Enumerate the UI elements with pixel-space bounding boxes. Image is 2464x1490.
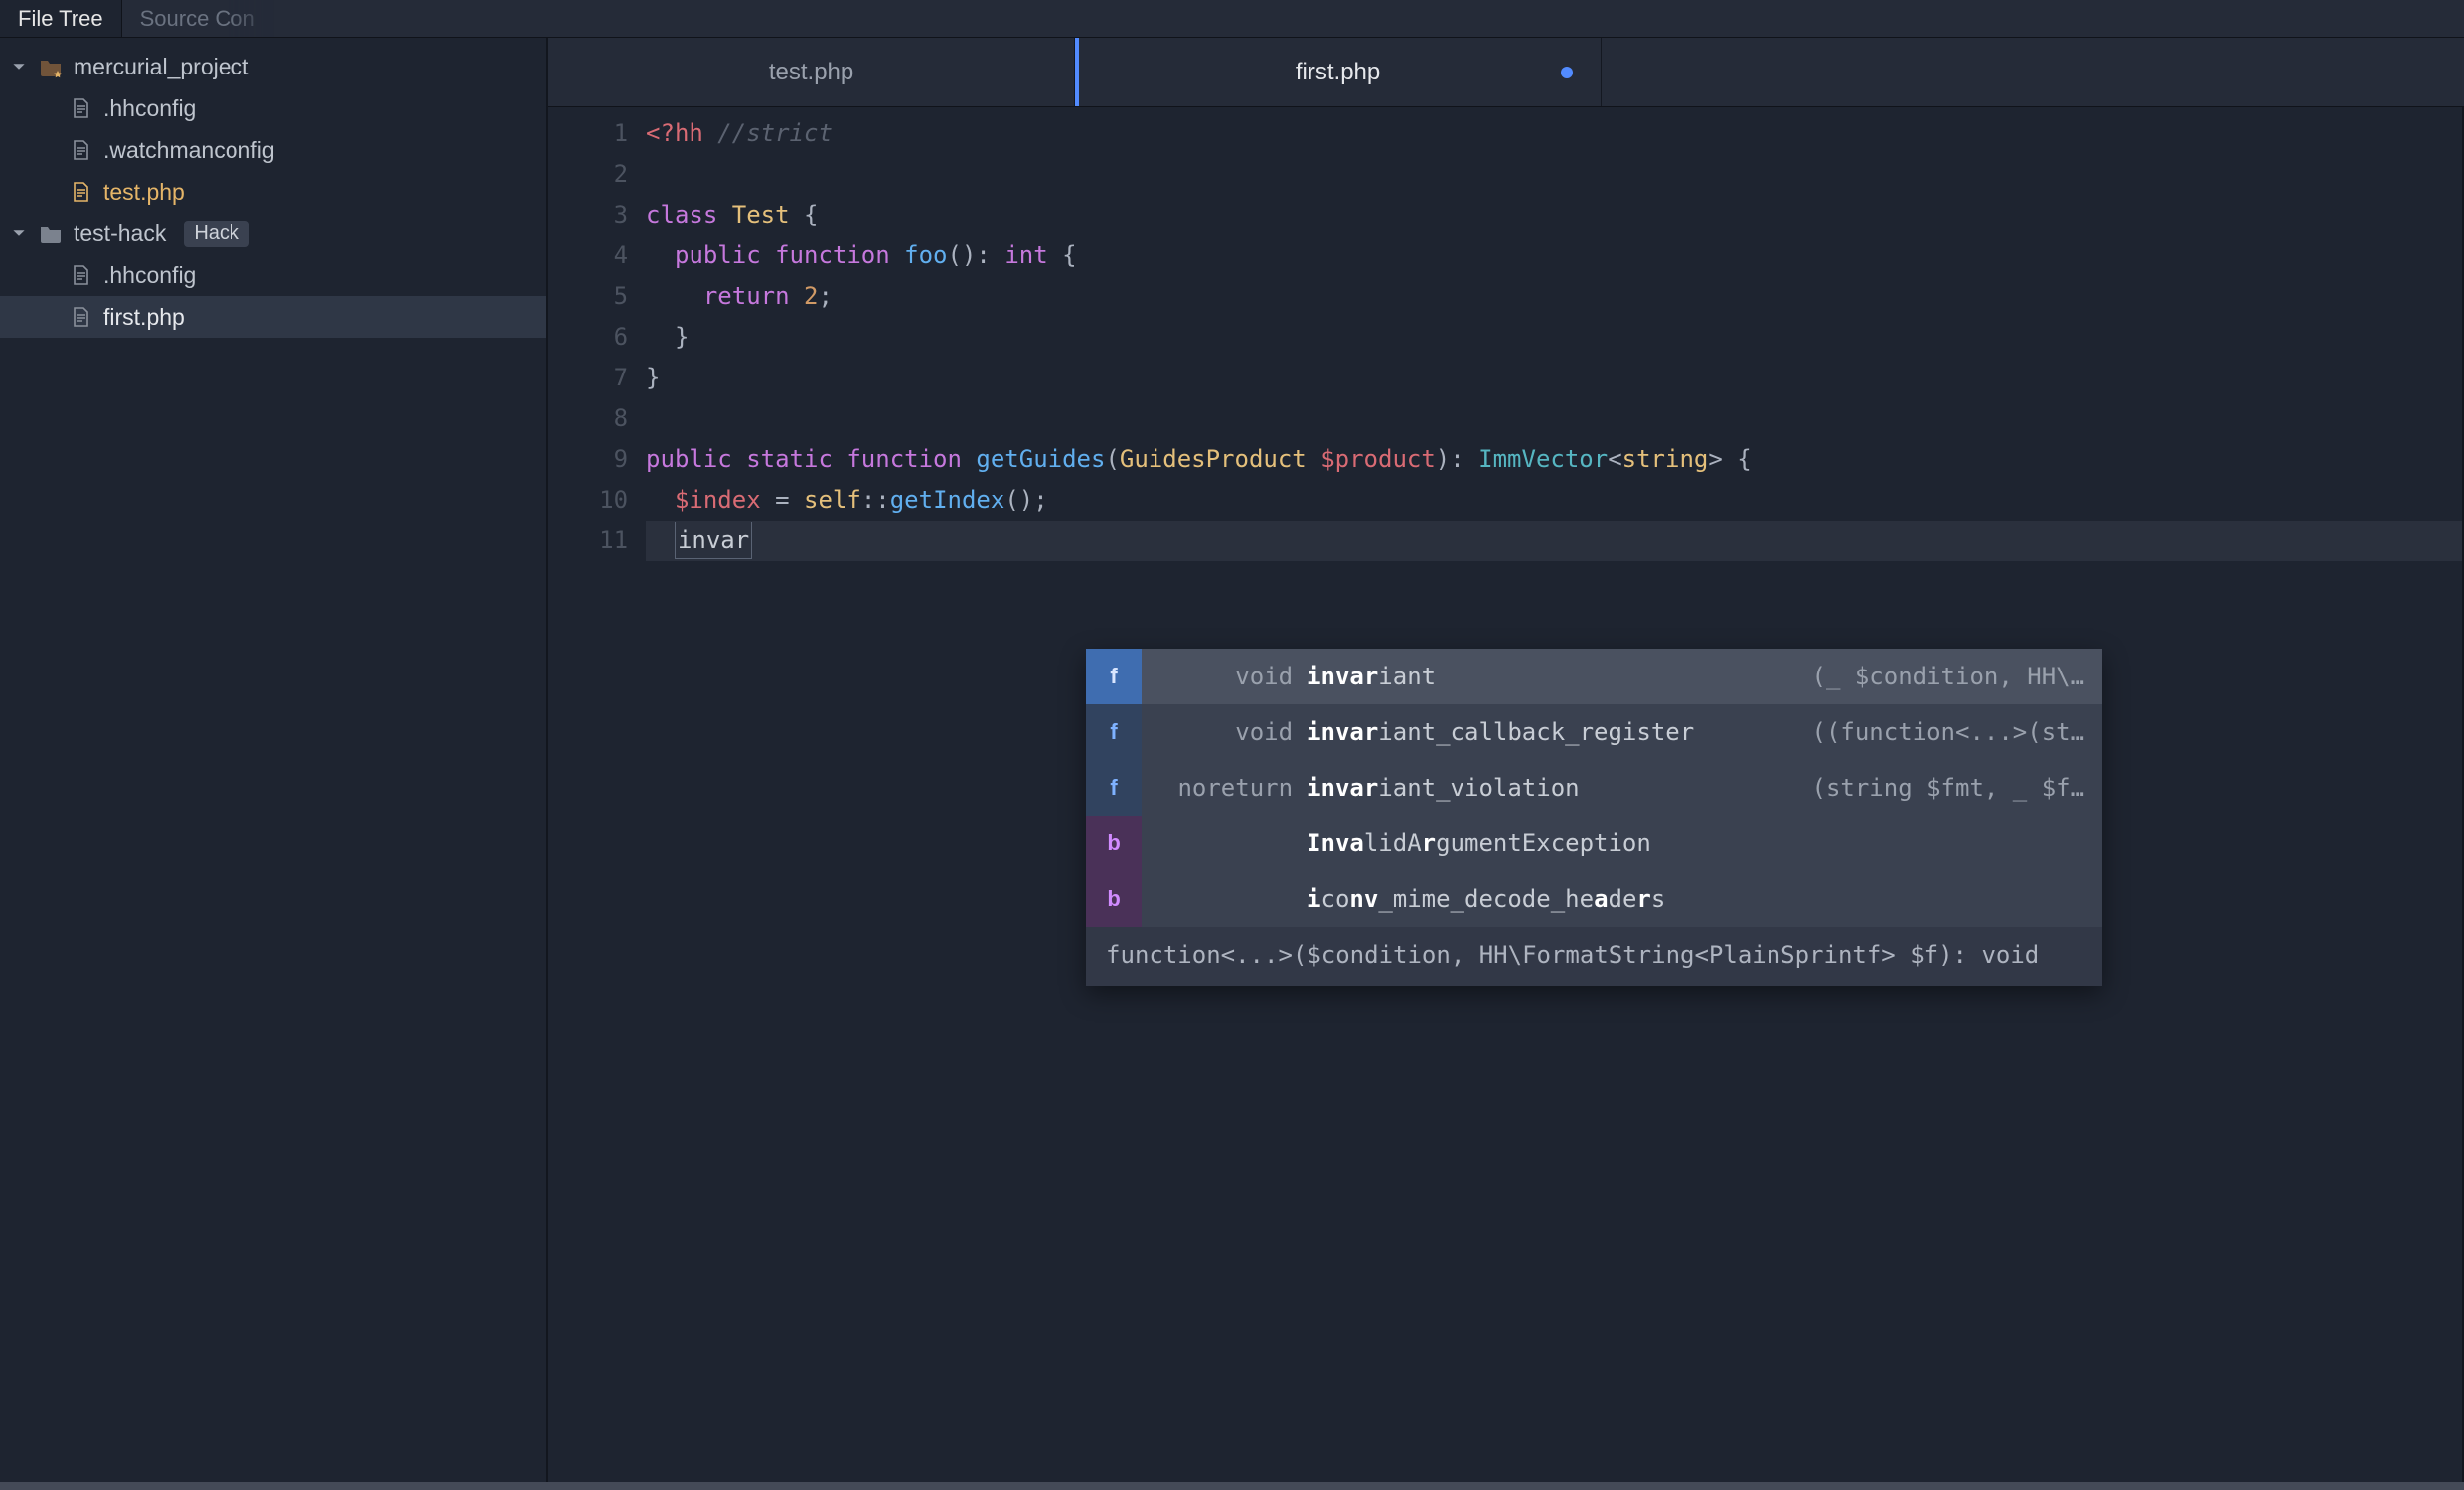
bottom-seam (0, 1482, 2464, 1490)
tab-source-control[interactable]: Source Con (122, 0, 274, 37)
editor-tab-first-php[interactable]: first.php (1075, 38, 1602, 106)
tree-file-label: .hhconfig (103, 262, 196, 289)
code-line[interactable]: } (646, 358, 2462, 398)
line-number-gutter: 1 2 3 4 5 6 7 8 9 10 11 (548, 107, 646, 1482)
completion-kind-function-icon: f (1086, 649, 1142, 704)
code-line[interactable]: public static function getGuides(GuidesP… (646, 439, 2462, 480)
code-line[interactable]: <?hh //strict (646, 113, 2462, 154)
completion-kind-function-icon: f (1086, 760, 1142, 816)
left-panel-tabs: File Tree Source Con (0, 0, 2464, 38)
completion-kind-builtin-icon: b (1086, 871, 1142, 927)
tree-file-label: test.php (103, 179, 185, 206)
autocomplete-item[interactable]: f noreturn invariant_violation (string $… (1086, 760, 2102, 816)
completion-name: iconv_mime_decode_headers (1307, 885, 2084, 913)
repo-folder-icon (38, 54, 64, 79)
editor-tab-label: test.php (769, 59, 853, 86)
autocomplete-item[interactable]: f void invariant_callback_register ((fun… (1086, 704, 2102, 760)
tree-file-label: first.php (103, 304, 185, 331)
tree-folder-label: test-hack (74, 221, 166, 247)
editor-pane: test.php first.php 1 2 3 4 5 6 7 8 9 (548, 38, 2464, 1482)
editor-tab-test-php[interactable]: test.php (548, 38, 1075, 106)
autocomplete-item[interactable]: f void invariant (_ $condition, HH\… (1086, 649, 2102, 704)
completion-name: InvalidArgumentException (1307, 829, 2084, 857)
tree-file-first-php[interactable]: first.php (0, 296, 546, 338)
tree-folder-label: mercurial_project (74, 54, 248, 80)
folder-icon (38, 221, 64, 246)
code-line[interactable]: class Test { (646, 195, 2462, 235)
tree-folder-test-hack[interactable]: test-hack Hack (0, 213, 546, 254)
chevron-down-icon (10, 58, 28, 75)
file-tree-sidebar: mercurial_project .hhconfig .watchmancon… (0, 38, 548, 1482)
editor-body[interactable]: 1 2 3 4 5 6 7 8 9 10 11 <?hh //strict cl… (548, 107, 2464, 1482)
tree-file-test-php[interactable]: test.php (0, 171, 546, 213)
tree-file-watchmanconfig[interactable]: .watchmanconfig (0, 129, 546, 171)
completion-kind-builtin-icon: b (1086, 816, 1142, 871)
code-line[interactable]: public function foo(): int { (646, 235, 2462, 276)
autocomplete-popup: f void invariant (_ $condition, HH\… f v… (1086, 649, 2102, 986)
language-badge: Hack (184, 221, 249, 247)
file-icon (68, 262, 93, 288)
completion-return-type: void (1142, 663, 1307, 690)
editor-tab-label: first.php (1296, 59, 1380, 86)
file-icon (68, 137, 93, 163)
autocomplete-item[interactable]: b iconv_mime_decode_headers (1086, 871, 2102, 927)
tree-file-label: .hhconfig (103, 95, 196, 122)
code-line-current[interactable]: invar (646, 521, 2462, 561)
code-line[interactable]: $index = self::getIndex(); (646, 480, 2462, 521)
tree-folder-mercurial-project[interactable]: mercurial_project (0, 46, 546, 87)
completion-kind-function-icon: f (1086, 704, 1142, 760)
code-line[interactable]: return 2; (646, 276, 2462, 317)
autocomplete-item[interactable]: b InvalidArgumentException (1086, 816, 2102, 871)
completion-return-type: void (1142, 718, 1307, 746)
completion-signature: (string $fmt, _ $f… (1812, 774, 2085, 802)
completion-name: invariant (1307, 663, 1811, 690)
editor-tabs: test.php first.php (548, 38, 2464, 107)
code-line[interactable] (646, 154, 2462, 195)
file-icon (68, 179, 93, 205)
tree-file-label: .watchmanconfig (103, 137, 275, 164)
autocomplete-doc: function<...>($condition, HH\FormatStrin… (1086, 927, 2102, 986)
main-split: mercurial_project .hhconfig .watchmancon… (0, 38, 2464, 1482)
typed-token[interactable]: invar (675, 522, 752, 559)
completion-name: invariant_violation (1307, 774, 1811, 802)
chevron-down-icon (10, 224, 28, 242)
code-line[interactable]: } (646, 317, 2462, 358)
tree-file-hhconfig-2[interactable]: .hhconfig (0, 254, 546, 296)
completion-signature: ((function<...>(st… (1812, 718, 2085, 746)
completion-return-type: noreturn (1142, 774, 1307, 802)
code-line[interactable] (646, 398, 2462, 439)
tree-file-hhconfig-1[interactable]: .hhconfig (0, 87, 546, 129)
unsaved-indicator-icon (1561, 67, 1573, 78)
completion-signature: (_ $condition, HH\… (1812, 663, 2085, 690)
completion-name: invariant_callback_register (1307, 718, 1811, 746)
tab-file-tree[interactable]: File Tree (0, 0, 122, 37)
file-icon (68, 95, 93, 121)
file-icon (68, 304, 93, 330)
